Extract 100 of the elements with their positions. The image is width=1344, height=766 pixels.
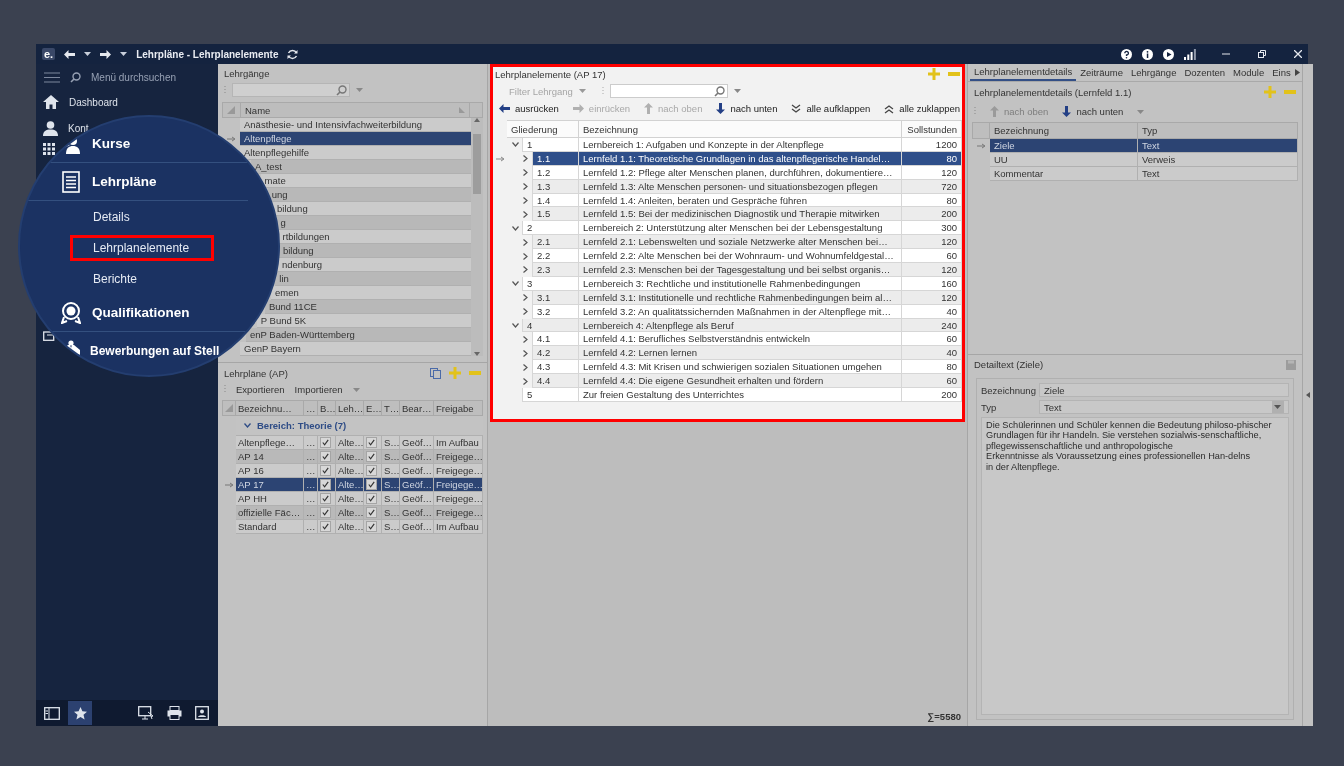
info-icon[interactable]: [1142, 48, 1153, 60]
checkbox[interactable]: [366, 521, 377, 532]
list-row[interactable]: emen: [271, 286, 471, 300]
table-cell[interactable]: 5: [522, 388, 579, 402]
menu-icon[interactable]: [44, 72, 60, 83]
list-row[interactable]: A_test: [250, 160, 471, 174]
menu-section[interactable]: Kurse: [92, 136, 131, 151]
tab-scroll-right-icon[interactable]: [1294, 69, 1300, 76]
checkbox[interactable]: [366, 507, 377, 518]
signal-icon[interactable]: [1184, 48, 1196, 60]
toolbar-button[interactable]: alle aufklappen: [791, 103, 871, 114]
column-header[interactable]: Sollstunden: [902, 120, 962, 138]
table-cell[interactable]: AP 17: [236, 478, 304, 492]
table-cell[interactable]: 2.2: [532, 249, 579, 263]
list-row[interactable]: g: [276, 216, 471, 230]
column-header[interactable]: Typ: [1138, 122, 1298, 139]
chevron-right-icon[interactable]: [522, 183, 528, 191]
chevron-down-icon[interactable]: [511, 281, 519, 287]
checkbox[interactable]: [320, 451, 331, 462]
chevron-right-icon[interactable]: [522, 308, 528, 316]
checkbox[interactable]: [366, 451, 377, 462]
tab[interactable]: Zeiträume: [1076, 64, 1127, 81]
chevron-right-icon[interactable]: [522, 363, 528, 371]
tab[interactable]: Lehrplanelementdetails: [970, 64, 1077, 81]
column-header[interactable]: Bezeichnu…: [236, 400, 304, 416]
list-row[interactable]: bildung: [278, 244, 471, 258]
scrollbar-thumb[interactable]: [473, 134, 481, 194]
toolbar-button[interactable]: ausrücken: [499, 103, 559, 114]
list-row[interactable]: Bund 11CE: [264, 300, 471, 314]
sidebar-item[interactable]: Kont: [68, 122, 89, 134]
menu-section[interactable]: Lehrpläne: [92, 174, 157, 189]
column-header[interactable]: Freigabe: [434, 400, 483, 416]
copy-icon[interactable]: [430, 367, 441, 379]
toolbar-button[interactable]: nach unten: [1062, 106, 1124, 117]
chevron-right-icon[interactable]: [522, 252, 528, 260]
restore-icon[interactable]: [1258, 50, 1266, 58]
table-cell[interactable]: 1.5: [532, 207, 579, 222]
description-text-area[interactable]: Die Schülerinnen und Schüler kennen die Bedeutung philoso-phischer Grundlagen für ihr Handeln. Sie verstehen sozialwis-senschaftliche, pflegewissenschaftliche und anthropologische Erkenntnisse als Voraussetzung eines professionellen Han-delns in der Altenpflege.: [981, 417, 1289, 715]
table-cell[interactable]: Ziele: [990, 139, 1138, 153]
table-cell[interactable]: 4.2: [532, 346, 579, 361]
refresh-icon[interactable]: [287, 48, 299, 60]
table-cell[interactable]: AP 14: [236, 450, 304, 464]
search-field[interactable]: [232, 83, 350, 97]
table-cell[interactable]: AP 16: [236, 464, 304, 478]
column-header[interactable]: T…: [382, 400, 400, 416]
checkbox[interactable]: [320, 493, 331, 504]
menu-item[interactable]: Berichte: [70, 266, 160, 291]
column-header[interactable]: Bezeichnung: [990, 122, 1138, 139]
chevron-down-icon[interactable]: [511, 225, 519, 231]
search-icon[interactable]: [336, 84, 347, 96]
column-header[interactable]: Bear…: [400, 400, 434, 416]
toolbar-button[interactable]: Exportieren: [236, 384, 285, 395]
sidebar-item[interactable]: Dashboard: [69, 96, 118, 108]
tab[interactable]: Module: [1229, 64, 1269, 81]
grid-icon[interactable]: [43, 143, 55, 155]
chevron-right-icon[interactable]: [522, 238, 528, 246]
menu-item[interactable]: Lehrplanelemente: [70, 234, 215, 261]
list-row[interactable]: Anästhesie- und Intensivfachweiterbildung: [240, 118, 471, 132]
name-field[interactable]: Ziele: [1039, 383, 1289, 397]
close-icon[interactable]: [1294, 50, 1302, 58]
toolbar-button[interactable]: nach unten: [716, 103, 778, 114]
caret-down-icon[interactable]: [84, 52, 92, 56]
list-row[interactable]: lin: [275, 272, 471, 286]
list-row[interactable]: bildung: [273, 202, 471, 216]
column-header[interactable]: Gliederung: [507, 120, 579, 138]
play-icon[interactable]: [1163, 48, 1174, 60]
scrollbar[interactable]: [471, 118, 483, 356]
sidebar-toolbar-button[interactable]: [68, 701, 92, 725]
table-cell[interactable]: Altenpflege…: [236, 436, 304, 450]
menu-section[interactable]: Qualifikationen: [92, 305, 190, 320]
tab[interactable]: Dozenten: [1180, 64, 1230, 81]
table-cell[interactable]: 4.4: [532, 374, 579, 389]
table-cell[interactable]: 2.3: [532, 263, 579, 277]
chevron-right-icon[interactable]: [522, 155, 528, 163]
chevron-right-icon[interactable]: [522, 169, 528, 177]
caret-down-icon[interactable]: [120, 52, 128, 56]
list-row[interactable]: GenP Bayern: [240, 342, 471, 356]
list-row[interactable]: P Bund 5K: [256, 314, 471, 328]
list-row[interactable]: Altenpflegehilfe: [240, 146, 471, 160]
table-cell[interactable]: 2: [522, 221, 579, 236]
table-cell[interactable]: 4.3: [532, 360, 579, 375]
chevron-right-icon[interactable]: [522, 335, 528, 343]
list-row[interactable]: ndenburg: [277, 258, 471, 272]
search-icon[interactable]: [713, 85, 725, 97]
toolbar-button[interactable]: Importieren: [294, 384, 343, 395]
type-dropdown[interactable]: Text: [1039, 400, 1289, 414]
list-row[interactable]: mate: [260, 174, 471, 188]
chevron-down-icon[interactable]: [511, 142, 519, 148]
list-row[interactable]: Altenpflege: [240, 132, 471, 146]
tab[interactable]: Eins: [1268, 64, 1295, 81]
table-cell[interactable]: Kommentar: [990, 167, 1138, 181]
checkbox[interactable]: [320, 437, 331, 448]
chevron-right-icon[interactable]: [522, 294, 528, 302]
search-icon[interactable]: [70, 72, 81, 83]
menu-section[interactable]: Bewerbungen auf Stell: [90, 344, 220, 358]
menu-search-field[interactable]: Menü durchsuchen: [91, 72, 177, 83]
checkbox[interactable]: [320, 465, 331, 476]
list-row[interactable]: rtbildungen: [278, 230, 471, 244]
list-row[interactable]: enP Baden-Württemberg: [245, 328, 471, 342]
table-cell[interactable]: Standard: [236, 520, 304, 534]
